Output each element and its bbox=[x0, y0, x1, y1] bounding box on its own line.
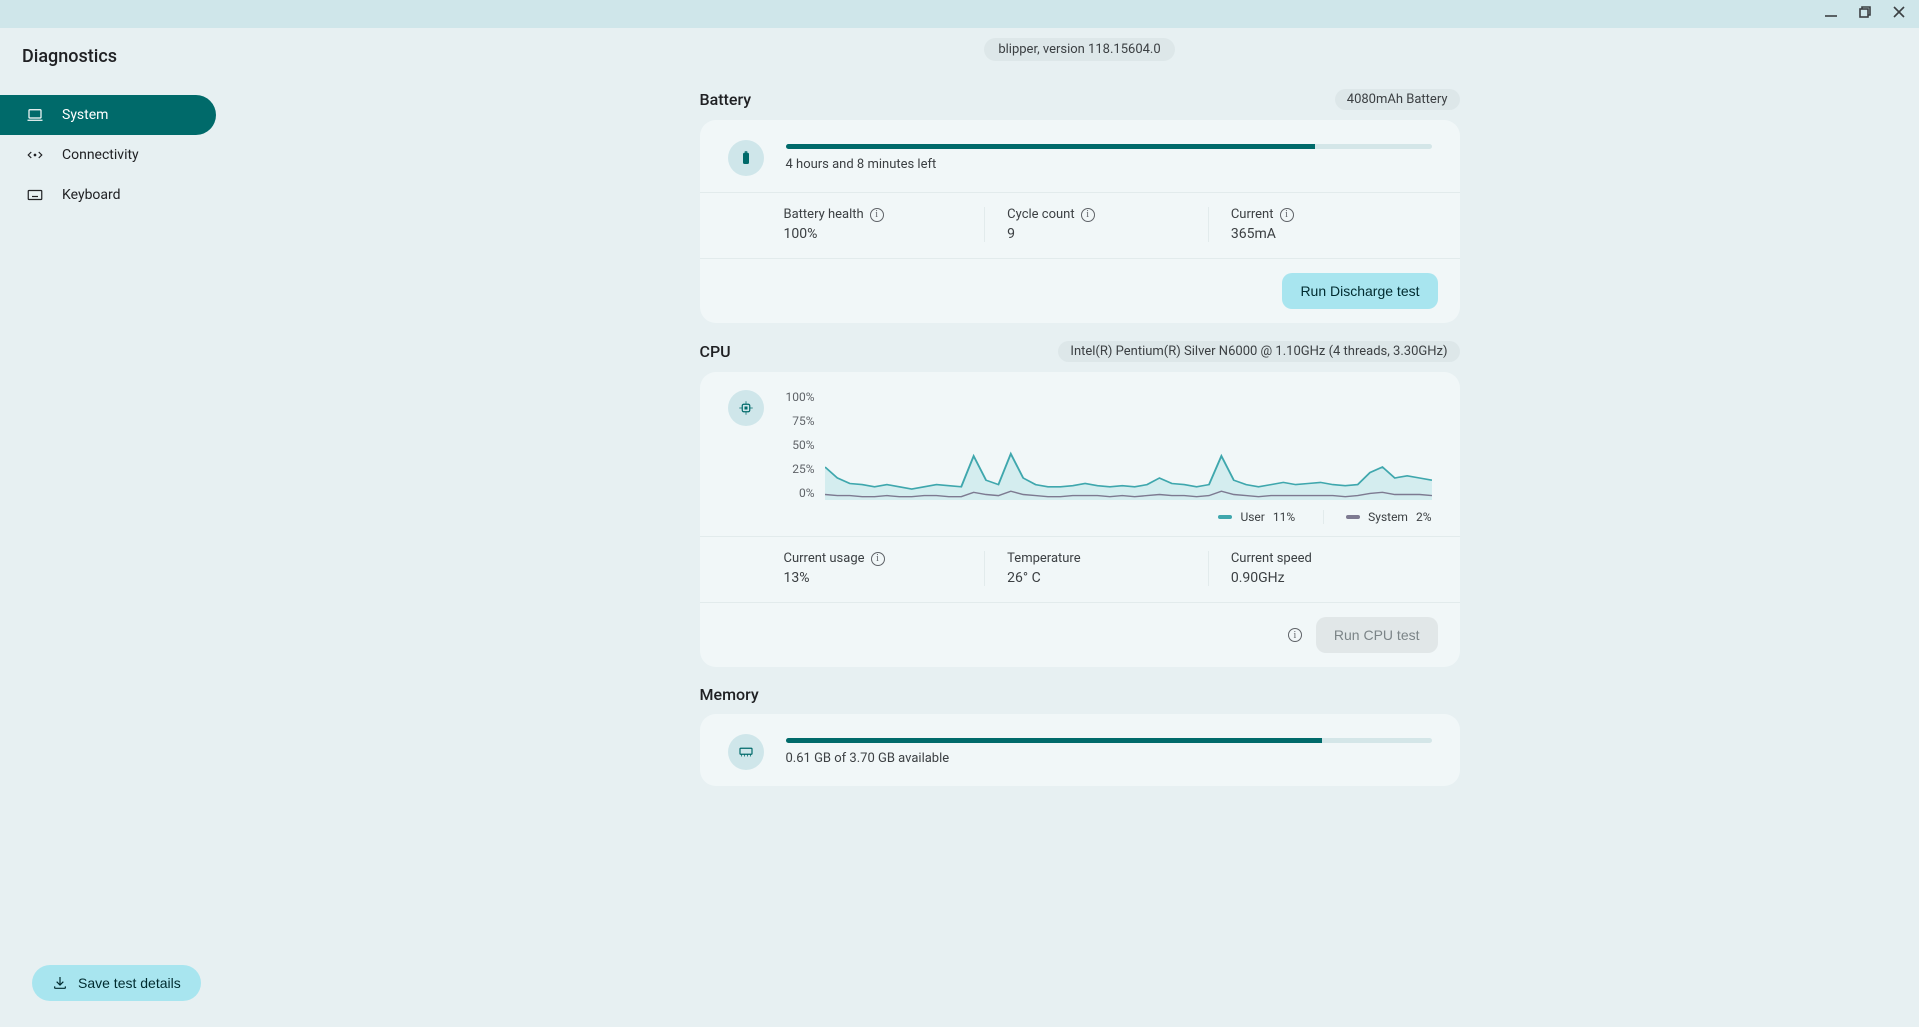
sidebar-item-label: Connectivity bbox=[62, 147, 139, 163]
cpu-speed-value: 0.90GHz bbox=[1231, 570, 1432, 586]
info-icon[interactable] bbox=[871, 552, 885, 566]
battery-progress-bar bbox=[786, 144, 1432, 149]
laptop-icon bbox=[26, 106, 44, 124]
cpu-usage-chart bbox=[825, 390, 1432, 500]
window-minimize-icon[interactable] bbox=[1823, 4, 1839, 24]
run-discharge-test-button[interactable]: Run Discharge test bbox=[1282, 273, 1437, 309]
memory-progress-bar bbox=[786, 738, 1432, 743]
window-close-icon[interactable] bbox=[1891, 4, 1907, 24]
memory-card: 0.61 GB of 3.70 GB available bbox=[700, 714, 1460, 786]
info-icon[interactable] bbox=[1081, 208, 1095, 222]
cpu-usage-label: Current usage bbox=[784, 551, 865, 566]
cpu-icon bbox=[728, 390, 764, 426]
info-icon[interactable] bbox=[1288, 628, 1302, 642]
sidebar-item-label: System bbox=[62, 107, 108, 123]
battery-section-title: Battery bbox=[700, 90, 752, 109]
current-label: Current bbox=[1231, 207, 1274, 222]
legend-swatch-system bbox=[1346, 515, 1360, 519]
cpu-card: 100% 75% 50% 25% 0% User bbox=[700, 372, 1460, 667]
legend-system-label: System bbox=[1368, 510, 1408, 524]
download-icon bbox=[52, 975, 68, 991]
info-icon[interactable] bbox=[870, 208, 884, 222]
cpu-section-title: CPU bbox=[700, 342, 731, 361]
cycle-count-label: Cycle count bbox=[1007, 207, 1074, 222]
version-chip: blipper, version 118.15604.0 bbox=[984, 38, 1174, 61]
app-title: Diagnostics bbox=[0, 28, 240, 67]
save-button-label: Save test details bbox=[78, 975, 181, 991]
run-cpu-test-button: Run CPU test bbox=[1316, 617, 1438, 653]
save-test-details-button[interactable]: Save test details bbox=[32, 965, 201, 1001]
battery-icon bbox=[728, 140, 764, 176]
legend-user-value: 11% bbox=[1273, 510, 1295, 524]
keyboard-icon bbox=[26, 186, 44, 204]
sidebar-item-system[interactable]: System bbox=[0, 95, 216, 135]
cpu-name-chip: Intel(R) Pentium(R) Silver N6000 @ 1.10G… bbox=[1058, 341, 1459, 362]
current-value: 365mA bbox=[1231, 226, 1432, 242]
legend-user-label: User bbox=[1240, 510, 1264, 524]
battery-capacity-chip: 4080mAh Battery bbox=[1335, 89, 1460, 110]
cpu-usage-value: 13% bbox=[784, 570, 985, 586]
battery-time-left: 4 hours and 8 minutes left bbox=[786, 157, 1432, 172]
battery-health-label: Battery health bbox=[784, 207, 864, 222]
sidebar-item-label: Keyboard bbox=[62, 187, 121, 203]
legend-swatch-user bbox=[1218, 515, 1232, 519]
memory-icon bbox=[728, 734, 764, 770]
cycle-count-value: 9 bbox=[1007, 226, 1208, 242]
sidebar-item-connectivity[interactable]: Connectivity bbox=[0, 135, 216, 175]
info-icon[interactable] bbox=[1280, 208, 1294, 222]
cpu-speed-label: Current speed bbox=[1231, 551, 1312, 566]
window-restore-icon[interactable] bbox=[1857, 4, 1873, 24]
battery-card: 4 hours and 8 minutes left Battery healt… bbox=[700, 120, 1460, 323]
cpu-temp-label: Temperature bbox=[1007, 551, 1080, 566]
memory-summary: 0.61 GB of 3.70 GB available bbox=[786, 751, 1432, 766]
connectivity-icon bbox=[26, 146, 44, 164]
memory-section-title: Memory bbox=[700, 685, 759, 704]
battery-health-value: 100% bbox=[784, 226, 985, 242]
sidebar-item-keyboard[interactable]: Keyboard bbox=[0, 175, 216, 215]
cpu-y-axis: 100% 75% 50% 25% 0% bbox=[786, 390, 825, 500]
legend-system-value: 2% bbox=[1416, 510, 1432, 524]
cpu-temp-value: 26° C bbox=[1007, 570, 1208, 586]
